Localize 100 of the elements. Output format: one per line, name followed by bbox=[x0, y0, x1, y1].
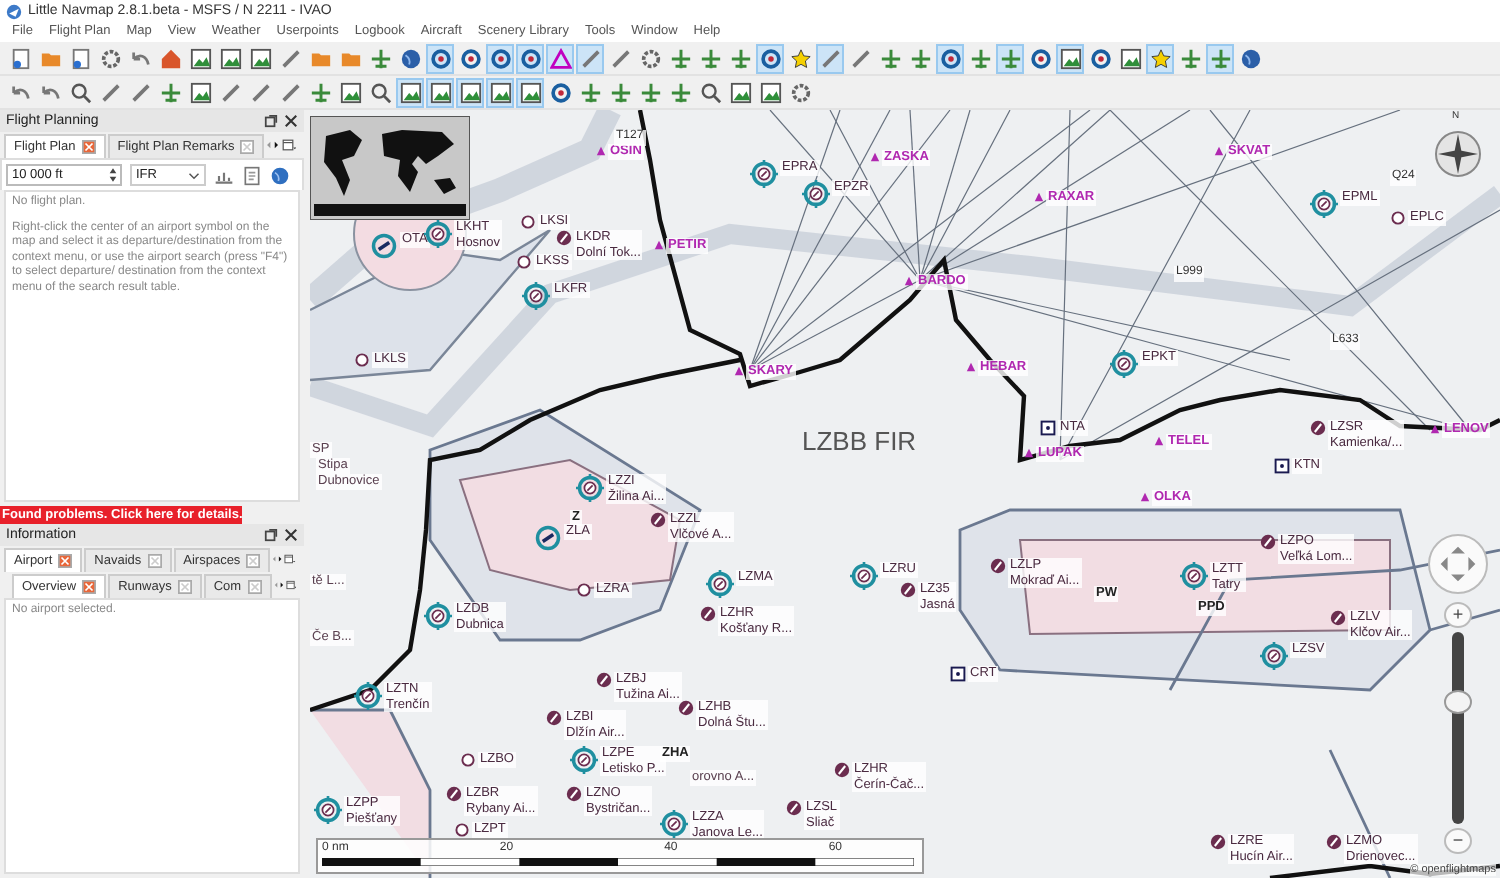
toolbar-button[interactable] bbox=[786, 43, 814, 73]
close-icon[interactable] bbox=[284, 528, 298, 542]
toolbar-button[interactable] bbox=[726, 77, 754, 107]
airport-ring-icon[interactable] bbox=[424, 220, 452, 248]
airport-icon[interactable] bbox=[786, 800, 802, 816]
toolbar-button[interactable] bbox=[546, 77, 574, 107]
airport-ring-icon[interactable] bbox=[706, 570, 734, 598]
pencil-icon bbox=[219, 81, 241, 103]
navaid-icon[interactable] bbox=[534, 524, 562, 552]
tab-list-icon[interactable] bbox=[281, 136, 296, 154]
toolbar-button[interactable] bbox=[756, 77, 784, 107]
airport-icon[interactable] bbox=[1326, 834, 1342, 850]
airport-ring-icon[interactable] bbox=[576, 474, 604, 502]
close-icon[interactable] bbox=[284, 114, 298, 128]
airport-icon[interactable] bbox=[1210, 834, 1226, 850]
square-dot-icon[interactable] bbox=[1040, 420, 1056, 436]
airport-ring-icon[interactable] bbox=[314, 796, 342, 824]
airport-ring-icon[interactable] bbox=[850, 562, 878, 590]
spinner-icon[interactable] bbox=[108, 166, 118, 184]
square-dot-icon[interactable] bbox=[950, 666, 966, 682]
airport-ring-icon[interactable] bbox=[802, 180, 830, 208]
toolbar-button[interactable] bbox=[576, 43, 604, 73]
scroll-arrows-icon[interactable] bbox=[272, 552, 283, 566]
airfield-icon[interactable] bbox=[1390, 210, 1406, 226]
airport-icon[interactable] bbox=[678, 700, 694, 716]
toolbar-button[interactable] bbox=[816, 43, 844, 73]
float-icon[interactable] bbox=[264, 114, 278, 128]
airport-icon[interactable] bbox=[990, 558, 1006, 574]
float-icon[interactable] bbox=[264, 528, 278, 542]
airfield-icon[interactable] bbox=[516, 254, 532, 270]
magnifier-icon bbox=[699, 81, 721, 103]
airport-ring-icon[interactable] bbox=[354, 682, 382, 710]
airport-icon[interactable] bbox=[1330, 610, 1346, 626]
airport-ring-icon[interactable] bbox=[1310, 190, 1338, 218]
toolbar-button[interactable] bbox=[1116, 43, 1144, 73]
airport-ring-icon[interactable] bbox=[424, 602, 452, 630]
airport-icon[interactable] bbox=[446, 786, 462, 802]
airport-icon[interactable] bbox=[1310, 420, 1326, 436]
toolbar-button[interactable] bbox=[426, 43, 454, 73]
toolbar-button[interactable] bbox=[456, 43, 484, 73]
airfield-icon[interactable] bbox=[460, 752, 476, 768]
toolbar-button[interactable] bbox=[396, 77, 424, 107]
airport-ring-icon[interactable] bbox=[660, 810, 688, 838]
toolbar-button[interactable] bbox=[1026, 43, 1054, 73]
toolbar-button[interactable] bbox=[186, 43, 214, 73]
airport-icon[interactable] bbox=[900, 582, 916, 598]
toolbar-button[interactable] bbox=[336, 77, 364, 107]
airfield-icon[interactable] bbox=[520, 214, 536, 230]
toolbar-button[interactable] bbox=[426, 77, 454, 107]
waypoint-icon[interactable] bbox=[1430, 424, 1440, 434]
document-icon[interactable] bbox=[242, 165, 262, 185]
toolbar-button[interactable] bbox=[186, 77, 214, 107]
picture-icon bbox=[1119, 47, 1141, 69]
world-map-inset[interactable] bbox=[310, 116, 470, 220]
waypoint-icon[interactable] bbox=[734, 366, 744, 376]
toolbar-button[interactable] bbox=[486, 77, 514, 107]
airport-icon[interactable] bbox=[546, 710, 562, 726]
tab-list-icon[interactable] bbox=[285, 576, 296, 594]
airport-ring-icon[interactable] bbox=[570, 746, 598, 774]
airport-icon[interactable] bbox=[700, 606, 716, 622]
toolbar-button[interactable] bbox=[1206, 43, 1234, 73]
toolbar-button[interactable] bbox=[246, 43, 274, 73]
toolbar-button[interactable] bbox=[516, 77, 544, 107]
airport-icon[interactable] bbox=[650, 512, 666, 528]
ring-icon bbox=[459, 47, 481, 69]
globe-icon[interactable] bbox=[270, 165, 290, 185]
picture-icon bbox=[219, 47, 241, 69]
airport-ring-icon[interactable] bbox=[1260, 642, 1288, 670]
airport-ring-icon[interactable] bbox=[750, 160, 778, 188]
airport-ring-icon[interactable] bbox=[1110, 350, 1138, 378]
airfield-icon[interactable] bbox=[576, 582, 592, 598]
toolbar-button[interactable] bbox=[486, 43, 514, 73]
toolbar-button[interactable] bbox=[1146, 43, 1174, 73]
toolbar-button[interactable] bbox=[516, 43, 544, 73]
square-dot-icon[interactable] bbox=[1274, 458, 1290, 474]
airfield-icon[interactable] bbox=[454, 822, 470, 838]
toolbar-button[interactable] bbox=[456, 77, 484, 107]
toolbar-button[interactable] bbox=[216, 43, 244, 73]
airport-icon[interactable] bbox=[556, 230, 572, 246]
pencil-icon bbox=[579, 47, 601, 69]
ring-icon bbox=[549, 81, 571, 103]
toolbar-button[interactable] bbox=[1056, 43, 1084, 73]
airport-icon[interactable] bbox=[596, 672, 612, 688]
airport-icon[interactable] bbox=[1260, 534, 1276, 550]
airport-icon[interactable] bbox=[566, 786, 582, 802]
toolbar-button[interactable] bbox=[996, 43, 1024, 73]
airport-icon[interactable] bbox=[834, 762, 850, 778]
airfield-icon[interactable] bbox=[354, 352, 370, 368]
toolbar-button[interactable] bbox=[756, 43, 784, 73]
picture-icon bbox=[729, 81, 751, 103]
tab-list-icon[interactable] bbox=[284, 550, 296, 568]
airport-ring-icon[interactable] bbox=[1180, 562, 1208, 590]
airport-ring-icon[interactable] bbox=[522, 282, 550, 310]
toolbar-button[interactable] bbox=[1086, 43, 1114, 73]
toolbar-button[interactable] bbox=[936, 43, 964, 73]
scroll-arrows-icon[interactable] bbox=[266, 138, 280, 152]
toolbar-button[interactable] bbox=[546, 43, 574, 73]
waypoint-icon[interactable] bbox=[1024, 448, 1034, 458]
pencil-icon bbox=[279, 81, 301, 103]
navaid-icon[interactable] bbox=[370, 232, 398, 260]
